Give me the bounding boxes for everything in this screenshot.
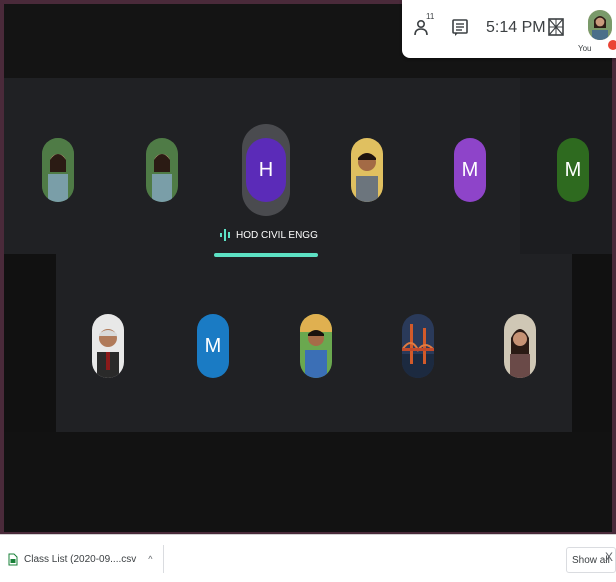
participant-photo-older-man bbox=[92, 314, 124, 378]
audio-level-icon bbox=[220, 229, 230, 241]
mic-muted-badge bbox=[608, 40, 616, 50]
download-shelf: Class List (2020-09....csv ^ Show all X bbox=[0, 534, 616, 582]
participant-tile-11[interactable] bbox=[504, 314, 536, 378]
self-avatar[interactable] bbox=[588, 10, 612, 40]
download-item[interactable]: Class List (2020-09....csv ^ bbox=[8, 545, 164, 573]
participant-tile-2[interactable] bbox=[146, 138, 178, 202]
meet-window: H M M HOD CIVIL ENGG M bbox=[4, 4, 612, 532]
participant-photo-woman bbox=[504, 314, 536, 378]
self-label: You bbox=[578, 44, 592, 53]
participant-tile-3[interactable]: H bbox=[246, 138, 286, 202]
people-icon[interactable] bbox=[414, 18, 434, 38]
participant-tile-4[interactable] bbox=[351, 138, 383, 202]
lower-area bbox=[4, 432, 612, 532]
participant-tile-9[interactable] bbox=[300, 314, 332, 378]
participant-initial: M bbox=[564, 158, 582, 181]
participant-photo-man-yellow bbox=[351, 138, 383, 202]
participant-count: 11 bbox=[426, 12, 435, 21]
close-icon[interactable]: X bbox=[605, 550, 613, 564]
participant-initial: H bbox=[258, 158, 274, 181]
participant-photo-golden-gate bbox=[402, 314, 434, 378]
active-speaker-name: HOD CIVIL ENGG bbox=[236, 229, 318, 241]
participant-initial: M bbox=[461, 158, 479, 181]
participant-photo-woman-floral bbox=[146, 138, 178, 202]
participant-tile-10[interactable] bbox=[402, 314, 434, 378]
participant-photo-young-man bbox=[300, 314, 332, 378]
csv-file-icon bbox=[8, 553, 18, 565]
self-photo bbox=[588, 10, 612, 40]
active-speaker-label: HOD CIVIL ENGG bbox=[220, 229, 318, 241]
participant-photo-woman-floral bbox=[42, 138, 74, 202]
active-speaker-indicator bbox=[214, 253, 318, 257]
participant-tile-1[interactable] bbox=[42, 138, 74, 202]
participant-tile-6[interactable]: M bbox=[557, 138, 589, 202]
activities-icon[interactable] bbox=[548, 18, 564, 36]
meeting-clock: 5:14 PM bbox=[486, 19, 546, 36]
participant-initial: M bbox=[204, 334, 222, 357]
meeting-top-bar: 11 5:14 PM You bbox=[402, 0, 616, 58]
download-file-name: Class List (2020-09....csv bbox=[24, 553, 137, 565]
participant-tile-8[interactable]: M bbox=[197, 314, 229, 378]
chat-icon[interactable] bbox=[452, 19, 468, 37]
chevron-up-icon[interactable]: ^ bbox=[148, 554, 152, 564]
participant-tile-5[interactable]: M bbox=[454, 138, 486, 202]
participant-tile-7[interactable] bbox=[92, 314, 124, 378]
